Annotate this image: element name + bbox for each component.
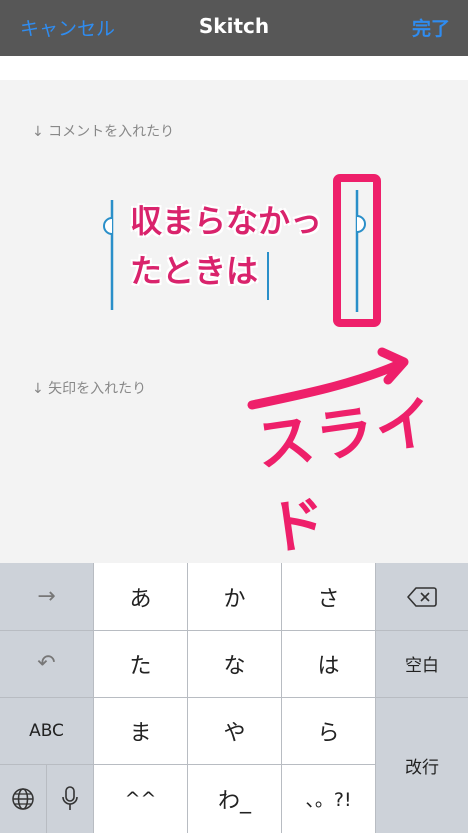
key-ta[interactable]: た <box>94 630 187 697</box>
backspace-icon <box>407 586 437 607</box>
key-punctuation[interactable]: 、。?! <box>282 764 375 833</box>
abc-key[interactable]: ABC <box>0 697 93 764</box>
key-sa[interactable]: さ <box>282 563 375 630</box>
editing-text-line2: たときは <box>130 252 259 290</box>
key-wa[interactable]: わ_ <box>188 764 281 833</box>
return-key[interactable]: 改行 <box>376 697 468 833</box>
divider <box>0 697 468 698</box>
key-ka[interactable]: か <box>188 563 281 630</box>
globe-key[interactable] <box>0 764 46 833</box>
keyboard: → ↶ ABC あ か さ た な は ま や ら ^^ わ_ 、。?! 空白 … <box>0 563 468 833</box>
backspace-key[interactable] <box>376 563 468 630</box>
arrow-right-key[interactable]: → <box>0 563 93 630</box>
divider <box>187 563 188 833</box>
undo-key[interactable]: ↶ <box>0 630 93 697</box>
microphone-icon <box>62 785 78 810</box>
key-ya[interactable]: や <box>188 697 281 764</box>
key-na[interactable]: な <box>188 630 281 697</box>
divider <box>46 764 47 833</box>
left-resize-handle-icon[interactable] <box>103 217 113 235</box>
divider <box>0 764 376 765</box>
abc-key-label: ABC <box>29 720 64 741</box>
editing-text[interactable]: 収まらなかっ たときは <box>130 196 350 296</box>
divider <box>376 630 468 631</box>
key-emoticon[interactable]: ^^ <box>94 764 187 833</box>
divider <box>0 630 376 631</box>
key-ra[interactable]: ら <box>282 697 375 764</box>
annotation-text: スライド <box>251 387 440 564</box>
divider <box>375 563 376 833</box>
globe-icon <box>12 787 34 810</box>
key-ha[interactable]: は <box>282 630 375 697</box>
divider <box>281 563 282 833</box>
divider <box>93 563 94 833</box>
key-a[interactable]: あ <box>94 563 187 630</box>
undo-icon: ↶ <box>37 651 56 676</box>
arrow-right-icon: → <box>37 584 56 609</box>
space-key[interactable]: 空白 <box>376 630 468 697</box>
key-ma[interactable]: ま <box>94 697 187 764</box>
editing-text-line1: 収まらなかっ <box>130 202 323 240</box>
microphone-key[interactable] <box>47 764 93 833</box>
return-key-label: 改行 <box>405 757 439 778</box>
right-resize-handle-icon[interactable] <box>356 215 366 233</box>
space-key-label: 空白 <box>405 656 439 676</box>
